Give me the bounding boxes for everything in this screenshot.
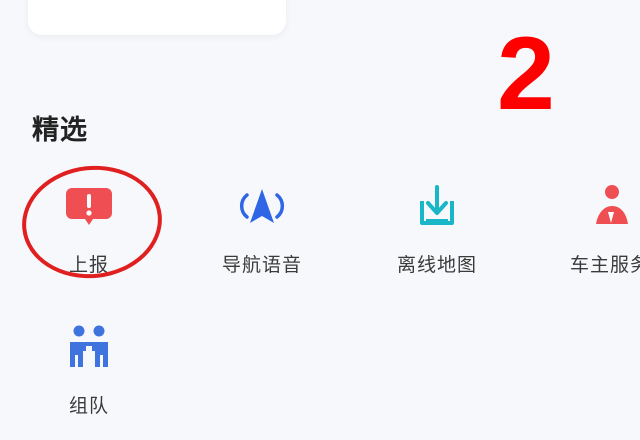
feature-car-owner-service[interactable]: 车主服务 (550, 179, 640, 299)
navigation-voice-icon (239, 189, 285, 223)
annotation-number: 2 (497, 16, 555, 132)
team-icon (70, 325, 108, 367)
feature-car-owner-service-label: 车主服务 (569, 254, 640, 276)
feature-offline-map-label: 离线地图 (396, 254, 477, 276)
car-owner-service-icon (596, 185, 628, 224)
feature-navigation-voice[interactable]: 导航语音 (202, 179, 322, 299)
feature-team[interactable]: 组队 (29, 320, 149, 440)
feature-team-label: 组队 (68, 395, 109, 417)
section-title: 精选 (32, 115, 88, 146)
feature-navigation-voice-label: 导航语音 (221, 254, 302, 276)
offline-map-download-icon (420, 185, 454, 225)
feature-offline-map[interactable]: 离线地图 (377, 179, 497, 299)
top-card (28, 0, 286, 35)
